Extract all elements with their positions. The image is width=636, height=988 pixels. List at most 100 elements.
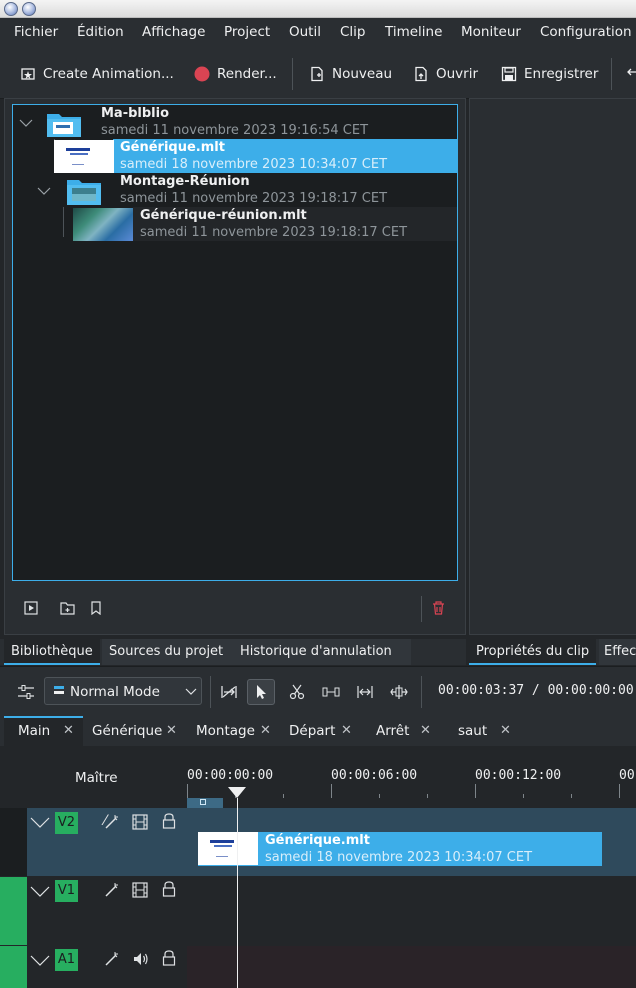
lock-icon[interactable] <box>162 950 176 966</box>
save-button[interactable]: Enregistrer <box>501 65 598 83</box>
menu-clip[interactable]: Clip <box>340 24 366 40</box>
track-v2: V2 ⁄ Générique.mlt samedi 18 novembre 20… <box>0 808 636 876</box>
ruler-tick <box>427 794 428 798</box>
track-lane-v1[interactable] <box>187 877 636 945</box>
undo-icon[interactable] <box>626 65 636 83</box>
menu-project[interactable]: Project <box>224 24 270 40</box>
track-a1: A1 <box>0 946 636 988</box>
track-v1: V1 <box>0 877 636 945</box>
library-root-title[interactable]: Ma-blblio <box>101 106 169 121</box>
save-label: Enregistrer <box>524 66 599 82</box>
ripple-tool-icon[interactable] <box>351 679 379 705</box>
chevron-down-icon[interactable] <box>37 186 51 196</box>
delete-icon[interactable] <box>432 601 445 615</box>
edit-mode-select[interactable]: Normal Mode <box>44 677 202 705</box>
close-icon[interactable]: ✕ <box>260 716 271 746</box>
track-label-v2[interactable]: V2 <box>55 812 78 834</box>
open-button[interactable]: Ouvrir <box>413 65 478 83</box>
chevron-down-icon <box>185 688 197 695</box>
library-folder-title[interactable]: Montage-Réunion <box>120 174 250 189</box>
tab-montage-label[interactable]: Montage <box>196 716 255 746</box>
add-folder-icon[interactable] <box>60 601 75 615</box>
tab-arret-label[interactable]: Arrêt <box>376 716 409 746</box>
library-item-title[interactable]: Générique-réunion.mlt <box>140 208 307 223</box>
close-icon[interactable]: ✕ <box>166 716 177 746</box>
menu-fichier[interactable]: Fichier <box>14 24 58 40</box>
ruler-label: 00 <box>619 768 635 783</box>
close-icon[interactable]: ✕ <box>341 716 352 746</box>
playhead-line[interactable] <box>237 798 238 988</box>
tab-generique-label[interactable]: Générique <box>92 716 162 746</box>
close-icon[interactable]: ✕ <box>63 716 74 746</box>
tree-line <box>63 207 64 237</box>
film-icon[interactable] <box>132 882 148 898</box>
library-tree[interactable]: Ma-blblio samedi 11 novembre 2023 19:16:… <box>12 104 458 581</box>
chevron-down-icon[interactable] <box>19 118 33 128</box>
chevron-down-icon[interactable] <box>30 817 50 829</box>
window-titlebar <box>0 0 636 18</box>
window-close-icon[interactable] <box>4 2 18 16</box>
library-actions <box>12 590 458 630</box>
menu-affichage[interactable]: Affichage <box>142 24 205 40</box>
magic-wand-icon[interactable] <box>104 814 120 830</box>
save-icon <box>501 66 517 82</box>
new-button[interactable]: Nouveau <box>309 65 392 83</box>
speaker-icon[interactable] <box>132 951 150 967</box>
tab-effects[interactable]: Effec <box>599 639 636 665</box>
tab-sources-projet[interactable]: Sources du projet <box>102 639 242 665</box>
menu-configuration[interactable]: Configuration <box>540 24 632 40</box>
close-icon[interactable]: ✕ <box>420 716 431 746</box>
window-minimize-icon[interactable] <box>22 2 36 16</box>
timeline-ruler[interactable]: 00:00:00:00 00:00:06:00 00:00:12:00 00 <box>187 746 636 808</box>
track-settings-icon[interactable] <box>17 684 35 700</box>
slip-tool-icon[interactable] <box>317 679 345 705</box>
track-label-a1[interactable]: A1 <box>55 949 78 971</box>
zone-marker[interactable] <box>187 798 223 808</box>
menu-outil[interactable]: Outil <box>289 24 321 40</box>
add-clip-icon[interactable] <box>24 601 38 615</box>
track-label-v1[interactable]: V1 <box>55 880 78 902</box>
bookmark-icon[interactable] <box>89 601 103 615</box>
magic-wand-icon[interactable] <box>104 882 120 898</box>
master-track-label[interactable]: Maître <box>75 770 118 786</box>
lock-icon[interactable] <box>162 813 176 829</box>
tab-main-label[interactable]: Main <box>18 716 50 746</box>
separator <box>210 676 211 708</box>
film-icon[interactable] <box>132 814 148 830</box>
spacer-tool-icon[interactable] <box>215 679 243 705</box>
timeline-clip[interactable]: Générique.mlt samedi 18 novembre 2023 10… <box>198 832 602 866</box>
create-animation-button[interactable]: Create Animation... <box>20 65 174 83</box>
magic-wand-icon[interactable] <box>104 951 120 967</box>
render-button[interactable]: Render... <box>194 65 277 83</box>
render-label: Render... <box>217 66 277 82</box>
timecode-display: 00:00:03:37 / 00:00:00:00 <box>438 683 634 698</box>
toolbar-separator <box>292 58 293 90</box>
menubar: Fichier Édition Affichage Project Outil … <box>0 18 636 46</box>
clip-thumbnail <box>54 140 114 173</box>
chevron-down-icon[interactable] <box>30 955 50 967</box>
menu-timeline[interactable]: Timeline <box>385 24 442 40</box>
ruler-tick <box>187 784 188 798</box>
lock-icon[interactable] <box>162 881 176 897</box>
ruler-tick <box>523 794 524 798</box>
razor-tool-icon[interactable] <box>283 679 311 705</box>
close-icon[interactable]: ✕ <box>500 716 511 746</box>
tab-historique[interactable]: Historique d'annulation <box>233 639 411 665</box>
ruler-tick <box>619 784 620 798</box>
multicam-tool-icon[interactable] <box>385 679 413 705</box>
tab-depart-label[interactable]: Départ <box>289 716 335 746</box>
library-item-date: samedi 18 novembre 2023 10:34:07 CET <box>120 157 388 172</box>
library-item-title[interactable]: Générique.mlt <box>120 140 225 155</box>
chevron-down-icon[interactable] <box>30 886 50 898</box>
track-lane-a1[interactable] <box>187 946 636 988</box>
create-animation-label: Create Animation... <box>43 66 174 82</box>
tab-bibliotheque[interactable]: Bibliothèque <box>4 639 100 665</box>
selection-tool-icon[interactable] <box>247 679 275 705</box>
clip-properties-panel <box>469 98 636 635</box>
tab-proprietes-clip[interactable]: Propriétés du clip <box>469 639 596 665</box>
menu-moniteur[interactable]: Moniteur <box>461 24 521 40</box>
folder-icon <box>67 177 101 205</box>
menu-edition[interactable]: Édition <box>77 24 124 40</box>
tab-saut-label[interactable]: saut <box>458 716 487 746</box>
edit-mode-value: Normal Mode <box>70 684 160 700</box>
